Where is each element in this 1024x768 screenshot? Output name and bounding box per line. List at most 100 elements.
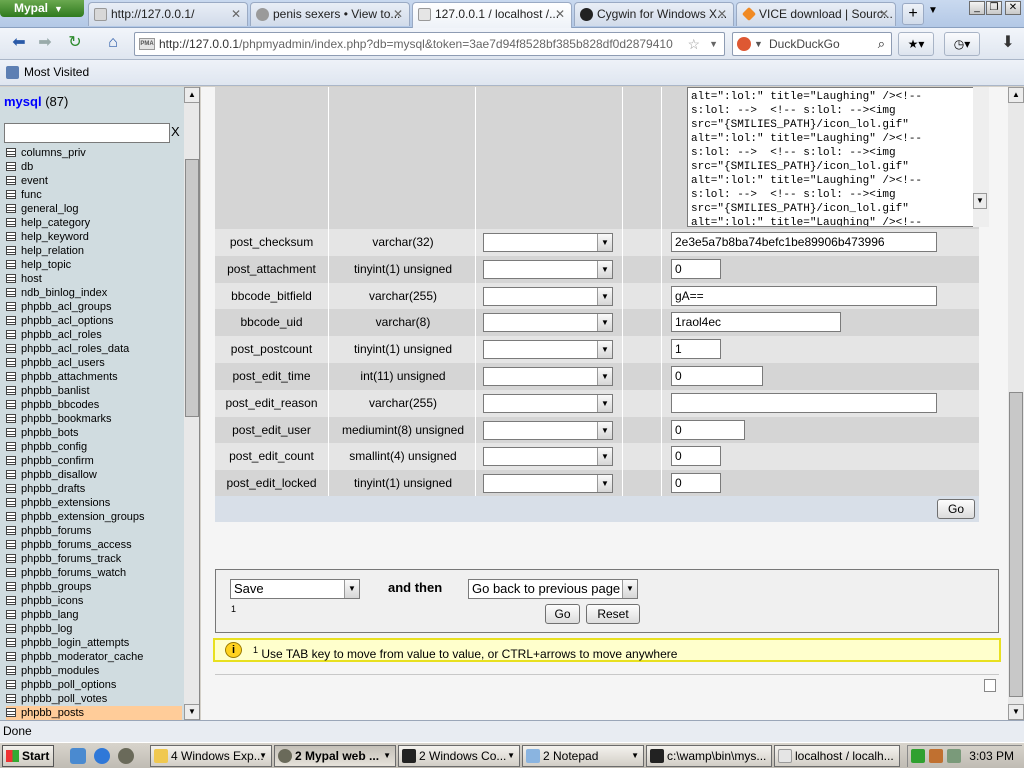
internet-explorer-icon[interactable] [94,748,110,764]
table-icon[interactable] [6,232,16,241]
tab-3[interactable]: Cygwin for Windows X... ✕ [574,2,734,26]
table-icon[interactable] [6,386,16,395]
table-icon[interactable] [6,652,16,661]
sidebar-table-item[interactable]: phpbb_modules [6,664,182,678]
table-icon[interactable] [6,540,16,549]
scrollbar-thumb[interactable] [1009,392,1023,697]
tab-2[interactable]: 127.0.0.1 / localhost /... ✕ [412,2,572,28]
after-action-select[interactable]: Go back to previous page ▼ [468,579,638,599]
sidebar-table-item[interactable]: phpbb_forums [6,524,182,538]
table-icon[interactable] [6,596,16,605]
textarea-scrollbar[interactable]: ▼ [973,87,989,227]
go-button[interactable]: Go [937,499,975,519]
sidebar-table-item[interactable]: phpbb_moderator_cache [6,650,182,664]
scrollbar-thumb[interactable] [185,159,199,417]
sidebar-table-item[interactable]: db [6,160,182,174]
scroll-down-icon[interactable]: ▼ [1008,704,1024,720]
sidebar-table-item[interactable]: phpbb_log [6,622,182,636]
close-icon[interactable]: ✕ [393,3,403,25]
table-icon[interactable] [6,414,16,423]
database-link[interactable]: mysql [4,94,42,109]
sidebar-table-item[interactable]: ndb_binlog_index [6,286,182,300]
go-button[interactable]: Go [545,604,580,624]
close-icon[interactable]: ✕ [717,3,727,25]
sidebar-table-item[interactable]: columns_priv [6,146,182,160]
back-icon[interactable]: ⬅ [6,32,32,56]
sidebar-table-item[interactable]: general_log [6,202,182,216]
table-icon[interactable] [6,498,16,507]
table-icon[interactable] [6,666,16,675]
function-select[interactable]: ▼ [483,393,613,413]
function-select[interactable]: ▼ [483,366,613,386]
table-icon[interactable] [6,568,16,577]
page-icon[interactable] [984,679,996,692]
function-select[interactable]: ▼ [483,447,613,467]
tab-0[interactable]: http://127.0.0.1/ ✕ [88,2,248,26]
wamp-icon[interactable] [911,749,925,763]
function-select[interactable]: ▼ [483,233,613,252]
table-icon[interactable] [6,288,16,297]
save-mode-select[interactable]: Save ▼ [230,579,360,599]
home-icon[interactable]: ⌂ [100,32,126,56]
sidebar-table-item[interactable]: phpbb_forums_track [6,552,182,566]
value-input[interactable]: 0 [671,419,745,440]
sidebar-table-item[interactable]: phpbb_lang [6,608,182,622]
chevron-down-icon[interactable]: ▼ [754,33,763,55]
table-icon[interactable] [6,400,16,409]
function-select[interactable]: ▼ [483,340,613,360]
function-select[interactable]: ▼ [483,259,613,279]
sidebar-table-item[interactable]: phpbb_icons [6,594,182,608]
sidebar-table-item[interactable]: phpbb_login_attempts [6,636,182,650]
table-icon[interactable] [6,190,16,199]
sidebar-table-item[interactable]: help_keyword [6,230,182,244]
sidebar-table-item[interactable]: phpbb_drafts [6,482,182,496]
task-windows-explorer[interactable]: 4 Windows Exp... ▼ [150,745,272,767]
new-tab-button[interactable]: + [902,3,924,25]
function-select[interactable]: ▼ [483,313,613,333]
table-icon[interactable] [6,148,16,157]
close-window-icon[interactable]: ✕ [1005,1,1021,15]
minimize-icon[interactable]: _ [969,1,985,15]
table-icon[interactable] [6,680,16,689]
sidebar-table-item[interactable]: phpbb_confirm [6,454,182,468]
table-icon[interactable] [6,582,16,591]
table-icon[interactable] [6,162,16,171]
table-icon[interactable] [6,372,16,381]
sidebar-table-item[interactable]: phpbb_banlist [6,384,182,398]
sidebar-table-item[interactable]: phpbb_extensions [6,496,182,510]
value-input[interactable] [671,392,937,413]
table-icon[interactable] [6,526,16,535]
table-icon[interactable] [6,204,16,213]
sidebar-table-item[interactable]: phpbb_acl_options [6,314,182,328]
bookmarks-menu-icon[interactable]: ★▾ [898,32,934,56]
scroll-up-icon[interactable]: ▲ [1008,87,1024,103]
table-icon[interactable] [6,330,16,339]
table-icon[interactable] [6,428,16,437]
history-icon[interactable]: ◷▾ [944,32,980,56]
table-icon[interactable] [6,176,16,185]
value-input[interactable]: 0 [671,446,721,467]
table-icon[interactable] [6,484,16,493]
task-localhost[interactable]: localhost / localh... [774,745,900,767]
table-icon[interactable] [6,554,16,563]
search-input[interactable]: ▼ DuckDuckGo ⌕ [732,32,892,56]
restore-icon[interactable]: ❐ [986,1,1002,15]
sidebar-table-item[interactable]: host [6,272,182,286]
table-icon[interactable] [6,358,16,367]
task-mysql-console[interactable]: c:\wamp\bin\mys... [646,745,772,767]
main-scrollbar[interactable]: ▲ ▼ [1008,87,1024,720]
volume-icon[interactable] [947,749,961,763]
sidebar-table-item[interactable]: help_relation [6,244,182,258]
table-filter-input[interactable] [4,123,170,143]
tab-1[interactable]: penis sexers • View to... ✕ [250,2,410,26]
clear-filter-icon[interactable]: X [171,124,180,139]
close-icon[interactable]: ✕ [231,3,241,25]
network-icon[interactable] [929,749,943,763]
table-icon[interactable] [6,470,16,479]
sidebar-table-item[interactable]: phpbb_bookmarks [6,412,182,426]
tab-4[interactable]: VICE download | Sourc... ✕ [736,2,896,26]
post-text-textarea[interactable]: alt=":lol:" title="Laughing" /><!-- s:lol… [687,87,987,227]
table-icon[interactable] [6,274,16,283]
search-icon[interactable]: ⌕ [878,33,885,55]
sidebar-table-item[interactable]: phpbb_disallow [6,468,182,482]
